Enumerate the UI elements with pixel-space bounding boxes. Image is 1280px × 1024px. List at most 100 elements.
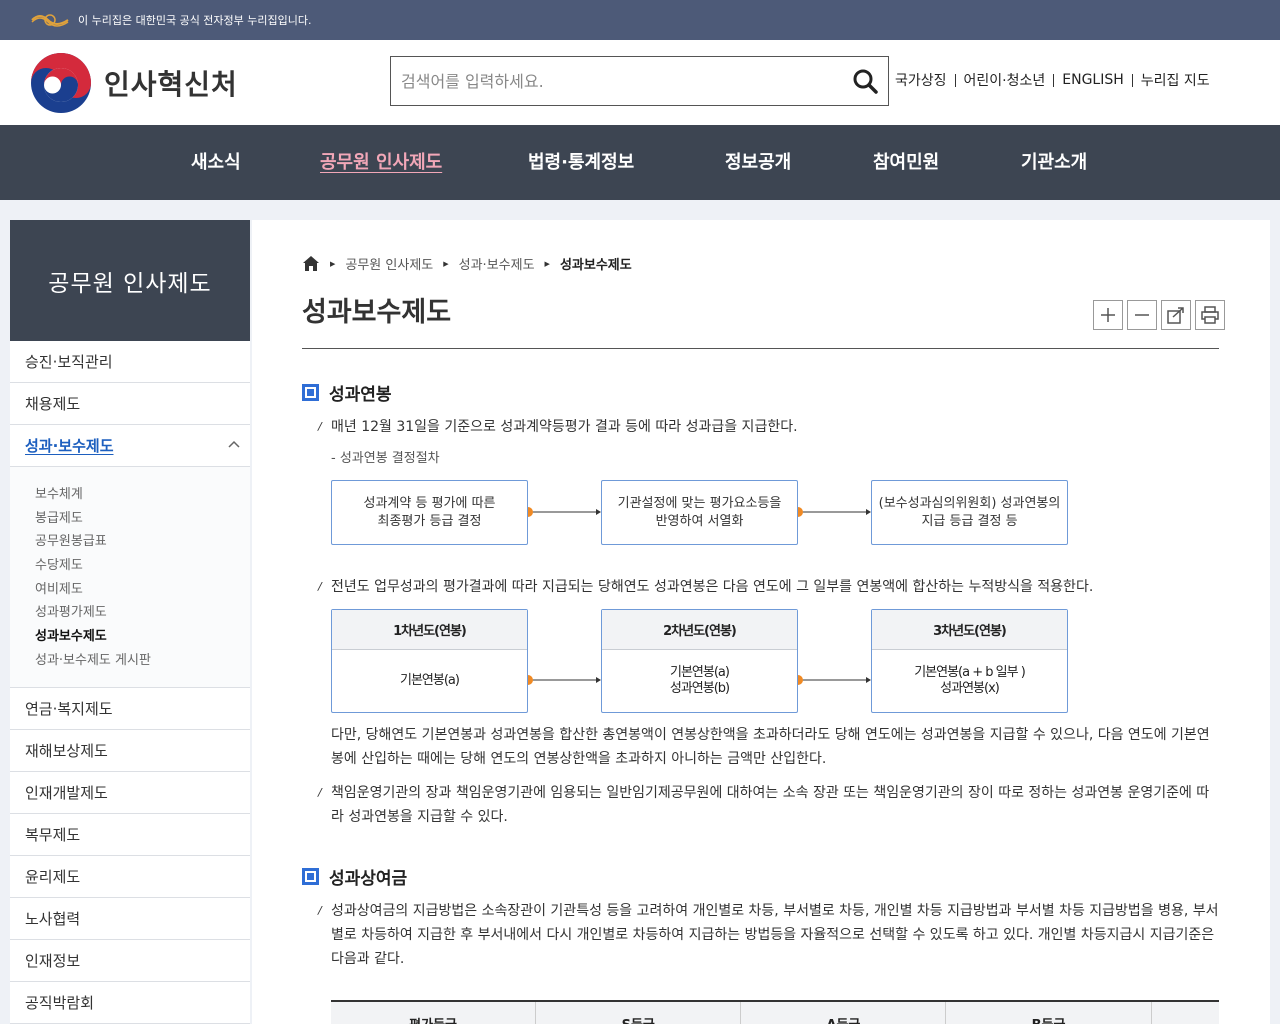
side-nav-item-ethics[interactable]: 윤리제도 bbox=[10, 856, 250, 898]
util-link-english[interactable]: ENGLISH bbox=[1062, 72, 1124, 88]
flow-step-line: (보수성과심의위원회) 성과연봉의 bbox=[878, 495, 1061, 511]
side-nav-item-pension[interactable]: 연금·복지제도 bbox=[10, 688, 250, 730]
share-button[interactable] bbox=[1161, 300, 1191, 330]
bullet-text: 매년 12월 31일을 기준으로 성과계약등평가 결과 등에 따라 성과급을 지… bbox=[331, 419, 798, 435]
plus-icon bbox=[1101, 308, 1115, 322]
taegeuk-emblem-icon bbox=[31, 53, 91, 113]
side-nav-item-promotion[interactable]: 승진·보직관리 bbox=[10, 341, 250, 383]
side-nav-item-label: 복무제도 bbox=[25, 825, 81, 844]
slash-bullet-icon: / bbox=[318, 904, 322, 917]
side-nav-item-label: 연금·복지제도 bbox=[25, 699, 113, 718]
slash-bullet-icon: / bbox=[318, 786, 322, 799]
gnb-item-law-stats[interactable]: 법령·통계정보 bbox=[528, 125, 634, 200]
zoom-in-button[interactable] bbox=[1093, 300, 1123, 330]
home-icon[interactable] bbox=[302, 255, 320, 272]
table-header-cell bbox=[1152, 1002, 1219, 1024]
flow-step-line: 최종평가 등급 결정 bbox=[377, 513, 482, 529]
main-content: ▶ 공무원 인사제도 ▶ 성과·보수제도 ▶ 성과보수제도 성과보수제도 성과연… bbox=[252, 220, 1270, 1024]
flow-step: 기관설정에 맞는 평가요소등을 반영하여 서열화 bbox=[601, 480, 798, 545]
page-tools bbox=[1089, 300, 1225, 330]
side-nav-item-recruit[interactable]: 채용제도 bbox=[10, 383, 250, 425]
gnb-item-about[interactable]: 기관소개 bbox=[1021, 125, 1087, 200]
flow-step: 성과계약 등 평가에 따른최종평가 등급 결정 bbox=[331, 480, 528, 545]
util-link-sitemap[interactable]: 누리집 지도 bbox=[1141, 70, 1210, 90]
breadcrumb-item[interactable]: 공무원 인사제도 bbox=[345, 254, 433, 273]
year-box-head: 1차년도(연봉) bbox=[332, 610, 527, 650]
sub-item-text: - 성과연봉 결정절차 bbox=[331, 451, 440, 466]
breadcrumb-arrow-icon: ▶ bbox=[330, 259, 336, 268]
bullet-text: 전년도 업무성과의 평가결과에 따라 지급되는 당해연도 성과연봉은 다음 연도… bbox=[331, 579, 1094, 595]
side-nav-item-pay[interactable]: 성과·보수제도 bbox=[10, 425, 250, 467]
breadcrumb-arrow-icon: ▶ bbox=[443, 259, 449, 268]
site-logo[interactable]: 인사혁신처 bbox=[30, 52, 238, 114]
submenu-item[interactable]: 성과·보수제도 게시판 bbox=[35, 649, 250, 673]
gov-banner-text: 이 누리집은 대한민국 공식 전자정부 누리집입니다. bbox=[78, 14, 312, 27]
side-nav-item-talent[interactable]: 인재정보 bbox=[10, 940, 250, 982]
side-nav-item-training[interactable]: 인재개발제도 bbox=[10, 772, 250, 814]
breadcrumb: ▶ 공무원 인사제도 ▶ 성과·보수제도 ▶ 성과보수제도 bbox=[302, 254, 632, 273]
section-heading: 성과연봉 bbox=[302, 380, 392, 405]
main-navigation: 새소식 공무원 인사제도 법령·통계정보 정보공개 참여민원 기관소개 bbox=[0, 125, 1280, 200]
submenu-item[interactable]: 보수체계 bbox=[35, 483, 250, 507]
side-nav-title: 공무원 인사제도 bbox=[10, 220, 250, 341]
year-box-body: 기본연봉(a + b 일부 ) 성과연봉(x) bbox=[872, 650, 1067, 712]
util-link-symbols[interactable]: 국가상징 bbox=[895, 70, 947, 90]
util-link-kids[interactable]: 어린이·청소년 bbox=[964, 70, 1046, 90]
side-nav-item-compensation[interactable]: 재해보상제도 bbox=[10, 730, 250, 772]
year-box-head: 2차년도(연봉) bbox=[602, 610, 797, 650]
chevron-up-icon[interactable] bbox=[228, 439, 240, 451]
side-nav-submenu: 보수체계 봉급제도 공무원봉급표 수당제도 여비제도 성과평가제도 성과보수제도… bbox=[10, 467, 250, 688]
submenu-item[interactable]: 공무원봉급표 bbox=[35, 530, 250, 554]
year-box: 3차년도(연봉) 기본연봉(a + b 일부 ) 성과연봉(x) bbox=[871, 609, 1068, 713]
year-box-body: 기본연봉(a) 성과연봉(b) bbox=[602, 650, 797, 712]
side-nav-item-fair[interactable]: 공직박람회 bbox=[10, 982, 250, 1024]
breadcrumb-item[interactable]: 성과·보수제도 bbox=[459, 254, 535, 273]
year-box-line: 성과연봉(x) bbox=[940, 681, 1000, 696]
year-box: 1차년도(연봉) 기본연봉(a) bbox=[331, 609, 528, 713]
side-nav-item-labor[interactable]: 노사협력 bbox=[10, 898, 250, 940]
table-header-cell: S등급 bbox=[536, 1002, 742, 1024]
submenu-item[interactable]: 수당제도 bbox=[35, 554, 250, 578]
zoom-out-button[interactable] bbox=[1127, 300, 1157, 330]
gnb-item-hr-system[interactable]: 공무원 인사제도 bbox=[320, 125, 442, 200]
body-paragraph: 다만, 당해연도 기본연봉과 성과연봉을 합산한 총연봉액이 연봉상한액을 초과… bbox=[331, 727, 1210, 767]
title-divider bbox=[302, 348, 1219, 349]
bullet-paragraph: / 성과상여금의 지급방법은 소속장관이 기관특성 등을 고려하여 개인별로 차… bbox=[318, 899, 1220, 971]
divider bbox=[1053, 73, 1055, 87]
square-bullet-icon bbox=[302, 868, 319, 885]
side-nav-item-service[interactable]: 복무제도 bbox=[10, 814, 250, 856]
year-box-body: 기본연봉(a) bbox=[332, 650, 527, 712]
side-nav-item-label: 인재개발제도 bbox=[25, 783, 108, 802]
bullet-text: 성과상여금의 지급방법은 소속장관이 기관특성 등을 고려하여 개인별로 차등,… bbox=[331, 903, 1219, 967]
divider bbox=[1131, 73, 1133, 87]
gnb-item-news[interactable]: 새소식 bbox=[191, 125, 241, 200]
logo-text: 인사혁신처 bbox=[104, 68, 238, 101]
side-nav-item-label: 채용제도 bbox=[25, 395, 81, 413]
section-heading: 성과상여금 bbox=[302, 864, 407, 889]
gnb-item-info-disclosure[interactable]: 정보공개 bbox=[725, 125, 791, 200]
side-navigation: 공무원 인사제도 승진·보직관리 채용제도 성과·보수제도 보수체계 봉급제도 … bbox=[10, 220, 250, 1024]
table-header-cell: 평가등급 bbox=[331, 1002, 537, 1024]
flow-step-line: 기관설정에 맞는 평가요소등을 bbox=[617, 495, 782, 511]
bullet-paragraph: / 전년도 업무성과의 평가결과에 따라 지급되는 당해연도 성과연봉은 다음 … bbox=[318, 575, 1218, 599]
table-header-cell: B등급 bbox=[946, 1002, 1152, 1024]
side-nav-item-label: 재해보상제도 bbox=[25, 741, 108, 760]
print-button[interactable] bbox=[1195, 300, 1225, 330]
share-icon bbox=[1167, 307, 1184, 324]
search-icon[interactable] bbox=[852, 68, 878, 94]
divider bbox=[954, 73, 956, 87]
submenu-item[interactable]: 성과평가제도 bbox=[35, 601, 250, 625]
gnb-item-civil-petition[interactable]: 참여민원 bbox=[873, 125, 939, 200]
side-nav-item-label: 인재정보 bbox=[25, 951, 81, 970]
flow-step-line: 성과계약 등 평가에 따른 bbox=[363, 495, 496, 511]
side-nav-item-label: 윤리제도 bbox=[25, 867, 81, 886]
slash-bullet-icon: / bbox=[318, 420, 322, 433]
side-nav-item-label: 공직박람회 bbox=[25, 993, 95, 1012]
submenu-item[interactable]: 봉급제도 bbox=[35, 507, 250, 531]
breadcrumb-arrow-icon: ▶ bbox=[544, 259, 550, 268]
year-box: 2차년도(연봉) 기본연봉(a) 성과연봉(b) bbox=[601, 609, 798, 713]
bullet-paragraph: / 책임운영기관의 장과 책임운영기관에 임용되는 일반임기제공무원에 대하여는… bbox=[318, 781, 1220, 829]
submenu-item[interactable]: 여비제도 bbox=[35, 578, 250, 602]
submenu-item-current[interactable]: 성과보수제도 bbox=[35, 625, 250, 649]
search-input[interactable] bbox=[391, 57, 831, 105]
